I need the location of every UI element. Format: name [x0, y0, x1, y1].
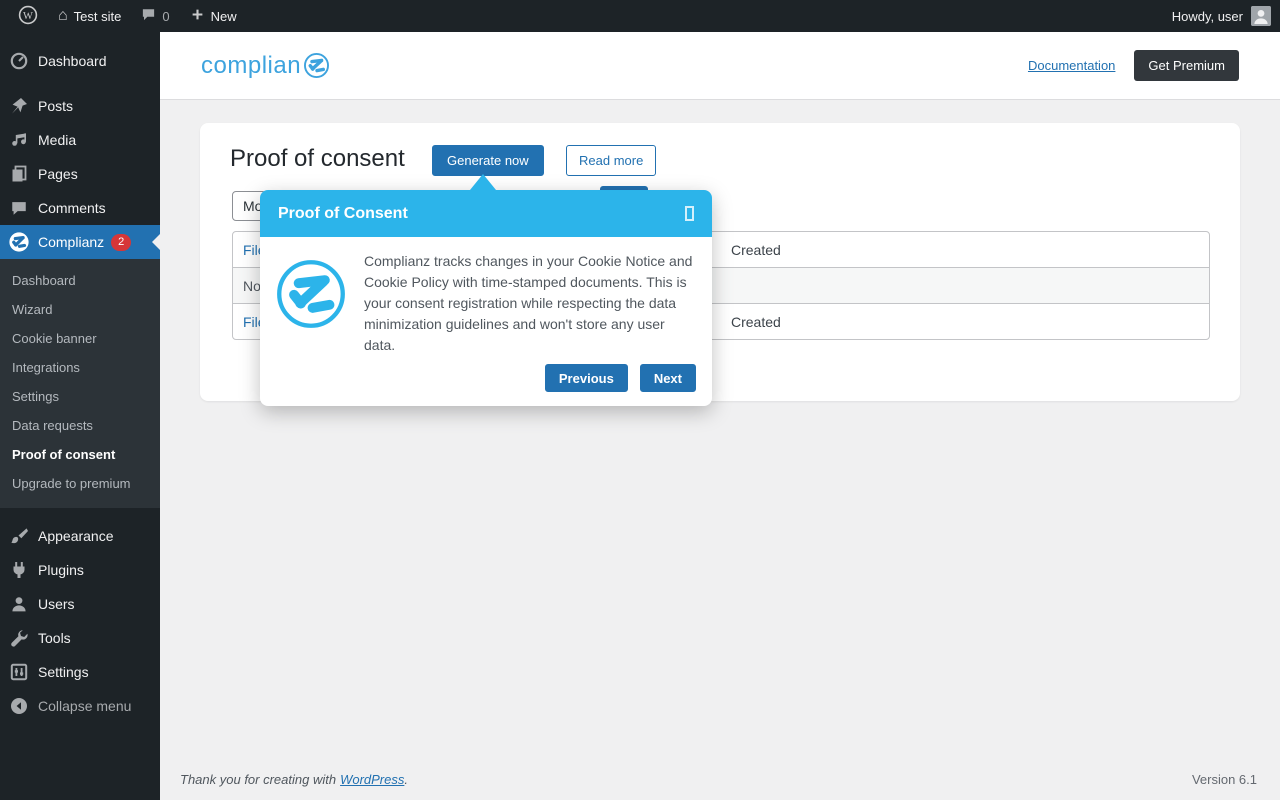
sidebar-item-label: Appearance [38, 528, 114, 544]
notification-badge: 2 [111, 233, 132, 251]
complianz-logo-text: complian [201, 51, 302, 79]
submenu-item-data-requests[interactable]: Data requests [0, 411, 160, 440]
sidebar-item-dashboard[interactable]: Dashboard [0, 44, 160, 78]
admin-bar-site-link[interactable]: ⌂ Test site [48, 0, 131, 32]
sidebar-item-media[interactable]: Media [0, 123, 160, 157]
column-footer-created: Created [731, 313, 781, 330]
close-icon[interactable] [685, 206, 694, 221]
wordpress-logo-icon: W [18, 5, 38, 28]
plug-icon [8, 559, 30, 581]
submenu-item-cookie-banner[interactable]: Cookie banner [0, 324, 160, 353]
read-more-button[interactable]: Read more [566, 145, 657, 176]
sidebar-item-pages[interactable]: Pages [0, 157, 160, 191]
tooltip-arrow [470, 174, 496, 190]
admin-bar-left: W ⌂ Test site 0 New [0, 0, 247, 32]
complianz-header: complian Documentation Get Premium [160, 32, 1280, 100]
wordpress-menu[interactable]: W [8, 0, 48, 32]
sidebar-item-label: Settings [38, 664, 89, 680]
sidebar-item-complianz[interactable]: Complianz 2 [0, 225, 160, 259]
collapse-arrow-icon [8, 695, 30, 717]
sidebar-item-users[interactable]: Users [0, 587, 160, 621]
sidebar-item-label: Users [38, 596, 75, 612]
complianz-submenu: Dashboard Wizard Cookie banner Integrati… [0, 259, 160, 508]
tooltip-title: Proof of Consent [278, 204, 408, 222]
sidebar-item-settings[interactable]: Settings [0, 655, 160, 689]
home-icon: ⌂ [58, 7, 68, 24]
wordpress-admin-screen: W ⌂ Test site 0 New Howdy, user Dashboar… [0, 0, 1280, 800]
collapse-menu-button[interactable]: Collapse menu [0, 689, 160, 723]
media-icon [8, 129, 30, 151]
footer-thanks: Thank you for creating with WordPress. [180, 772, 408, 787]
version-text: Version 6.1 [1191, 772, 1257, 787]
proof-of-consent-tooltip: Proof of Consent Complianz tracks change… [260, 174, 712, 406]
sidebar-item-tools[interactable]: Tools [0, 621, 160, 655]
sidebar-item-comments[interactable]: Comments [0, 191, 160, 225]
plus-icon [190, 7, 205, 25]
avatar [1251, 6, 1271, 26]
user-icon [8, 593, 30, 615]
pages-icon [8, 163, 30, 185]
admin-footer: Thank you for creating with WordPress. Ve… [180, 772, 1257, 787]
comments-bubble-icon [141, 7, 156, 25]
complianz-badge-icon [277, 260, 345, 328]
wordpress-link[interactable]: WordPress [340, 772, 404, 787]
sidebar-item-label: Plugins [38, 562, 84, 578]
pushpin-icon [8, 95, 30, 117]
new-label: New [210, 8, 237, 24]
sliders-icon [8, 661, 30, 683]
sidebar-item-appearance[interactable]: Appearance [0, 519, 160, 553]
documentation-link[interactable]: Documentation [1028, 58, 1115, 73]
footer-thanks-text: Thank you for creating with [180, 772, 337, 787]
next-button[interactable]: Next [639, 364, 696, 392]
submenu-item-proof-of-consent[interactable]: Proof of consent [0, 440, 160, 469]
complianz-logo-z-icon [304, 53, 330, 78]
admin-bar-new[interactable]: New [180, 0, 247, 32]
header-actions: Documentation Get Premium [1028, 50, 1239, 81]
tooltip-body: Complianz tracks changes in your Cookie … [260, 237, 712, 362]
admin-bar-account[interactable]: Howdy, user [1172, 0, 1280, 32]
sidebar-item-label: Dashboard [38, 53, 107, 69]
page-title: Proof of consent [230, 145, 405, 172]
previous-button[interactable]: Previous [544, 364, 628, 392]
sidebar-item-label: Complianz [38, 234, 105, 250]
tooltip-text: Complianz tracks changes in your Cookie … [364, 253, 693, 353]
submenu-item-integrations[interactable]: Integrations [0, 353, 160, 382]
get-premium-button[interactable]: Get Premium [1134, 50, 1239, 81]
comment-icon [8, 197, 30, 219]
sidebar-item-label: Media [38, 132, 77, 148]
admin-bar: W ⌂ Test site 0 New Howdy, user [0, 0, 1280, 32]
site-name: Test site [73, 8, 122, 24]
column-header-created: Created [731, 241, 781, 258]
submenu-item-upgrade-to-premium[interactable]: Upgrade to premium [0, 469, 160, 498]
sidebar-item-label: Comments [38, 200, 106, 216]
submenu-item-dashboard[interactable]: Dashboard [0, 266, 160, 295]
footer-period: . [404, 772, 408, 787]
howdy-text: Howdy, user [1171, 8, 1243, 24]
dashboard-icon [8, 50, 30, 72]
complianz-icon [8, 231, 30, 253]
generate-now-button[interactable]: Generate now [432, 145, 544, 176]
complianz-logo: complian [201, 52, 330, 80]
sidebar-item-posts[interactable]: Posts [0, 89, 160, 123]
admin-bar-comments[interactable]: 0 [131, 0, 179, 32]
sidebar-item-plugins[interactable]: Plugins [0, 553, 160, 587]
paintbrush-icon [8, 525, 30, 547]
sidebar-item-label: Tools [38, 630, 71, 646]
submenu-item-settings[interactable]: Settings [0, 382, 160, 411]
admin-sidebar: Dashboard Posts Media Pages Comments Com… [0, 32, 160, 800]
sidebar-item-label: Posts [38, 98, 74, 114]
tooltip-actions: Previous Next [260, 362, 712, 406]
sidebar-item-label: Pages [38, 166, 78, 182]
submenu-item-wizard[interactable]: Wizard [0, 295, 160, 324]
svg-text:W: W [23, 11, 33, 22]
collapse-menu-label: Collapse menu [38, 698, 132, 714]
sidebar-separator [0, 508, 160, 519]
tooltip-header: Proof of Consent [260, 190, 712, 237]
comments-count: 0 [162, 8, 170, 24]
wrench-icon [8, 627, 30, 649]
